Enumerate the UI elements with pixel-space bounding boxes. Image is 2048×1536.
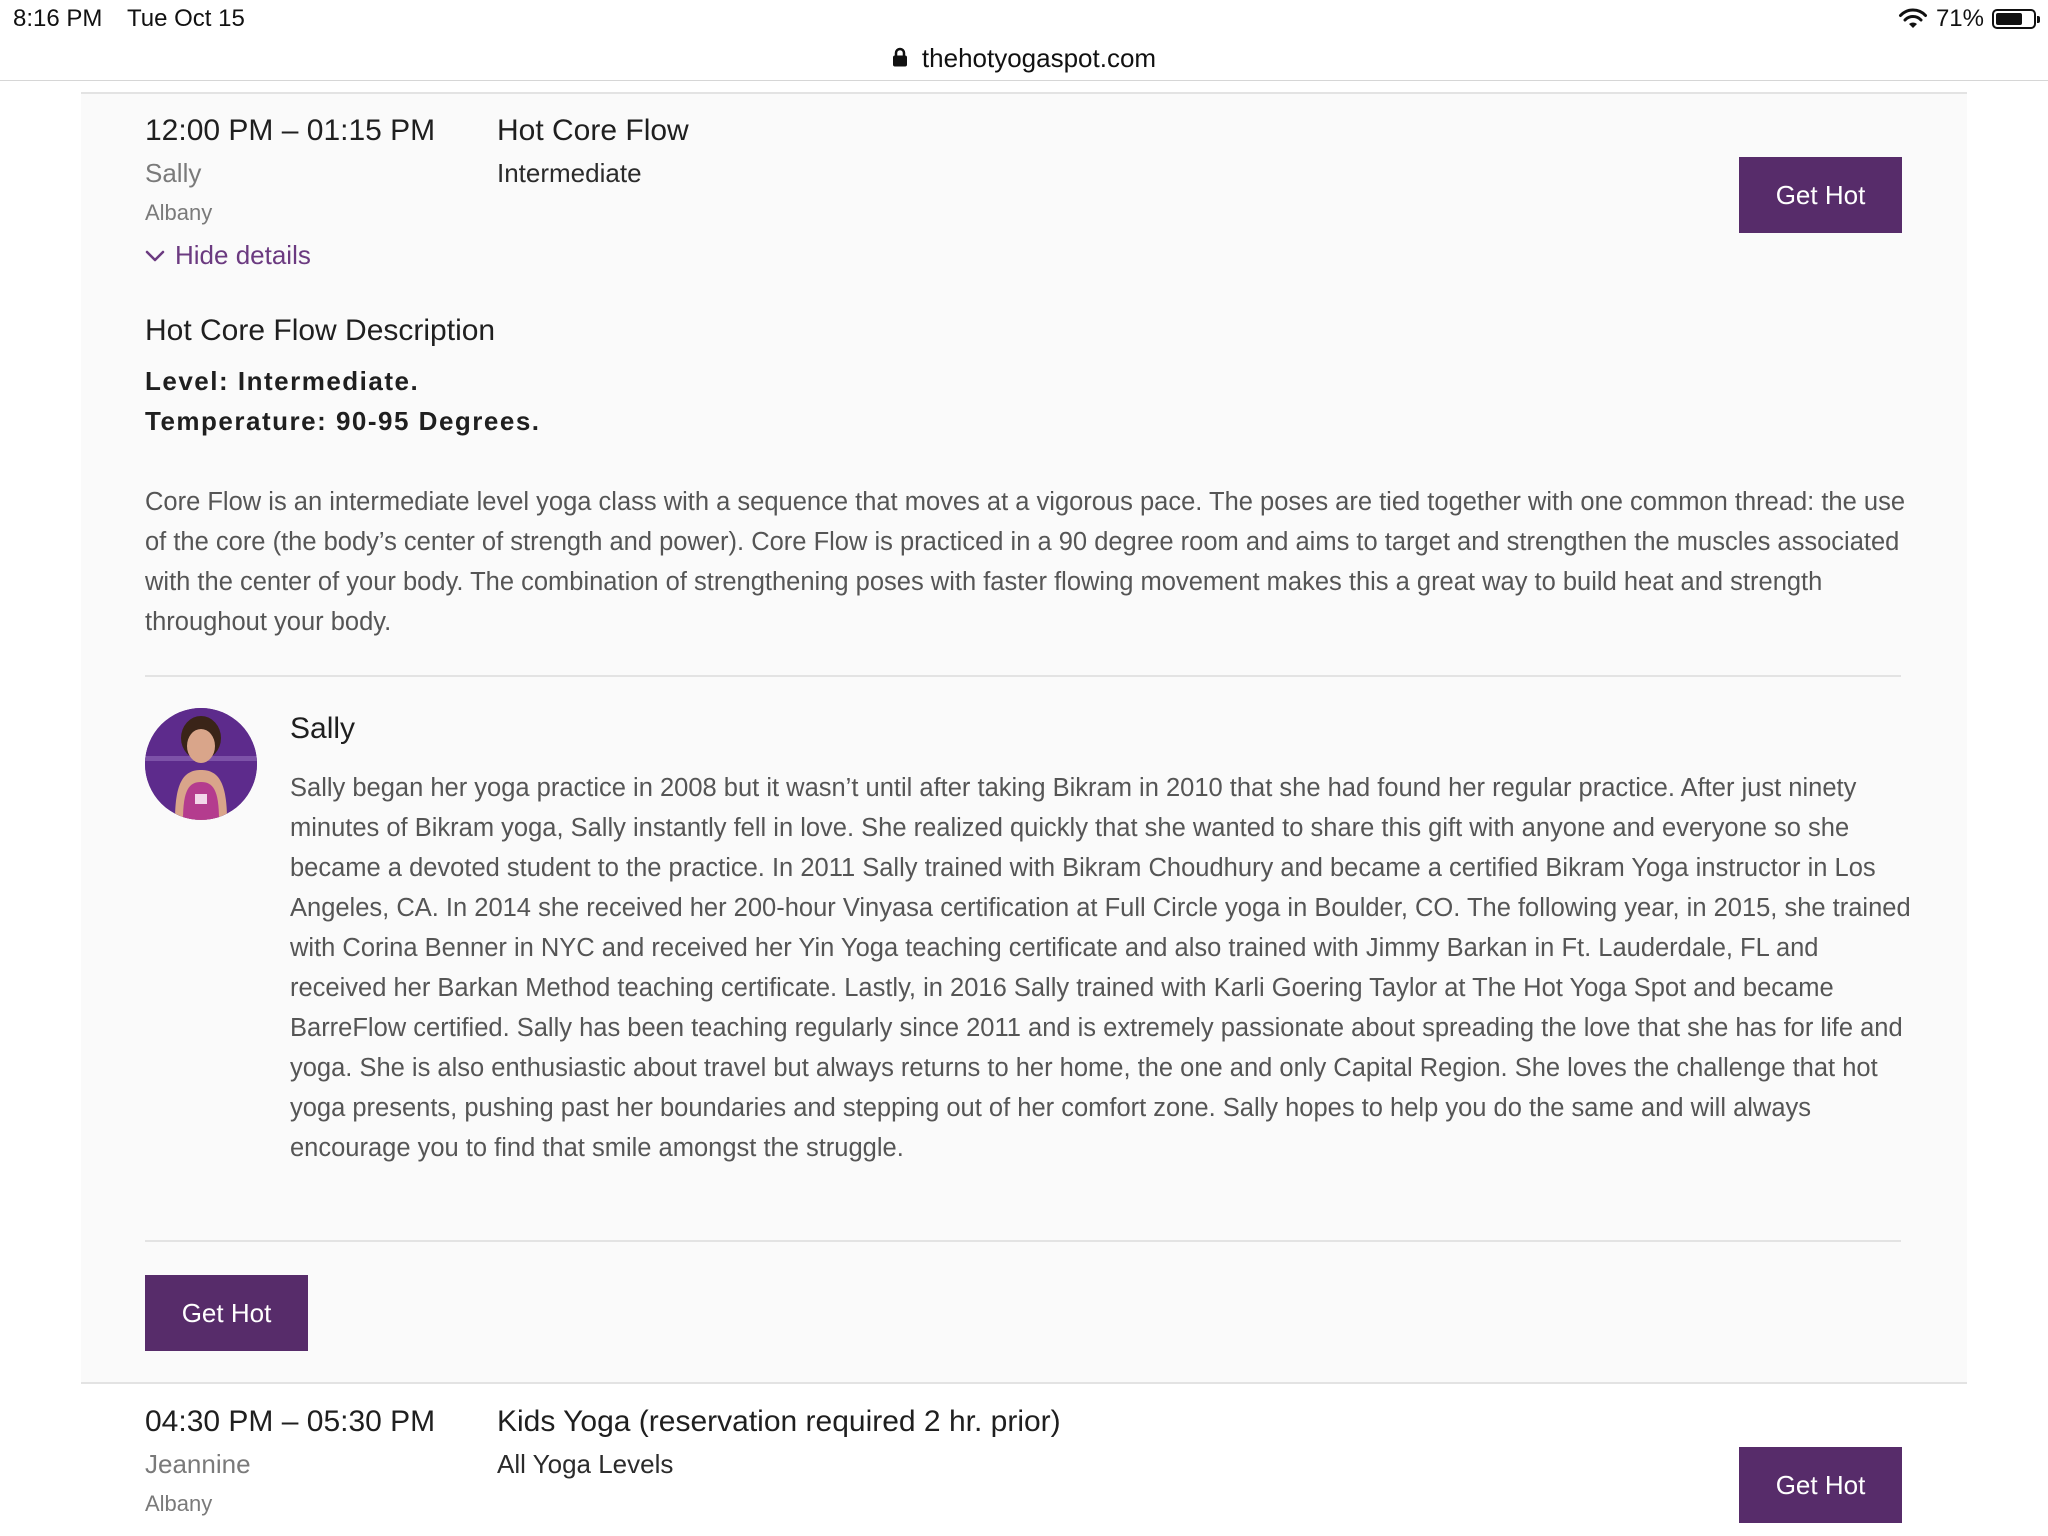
header-divider xyxy=(0,80,2048,81)
battery-fill xyxy=(1996,13,2022,25)
status-bar: 8:16 PM Tue Oct 15 71% xyxy=(0,0,2048,38)
class-divider xyxy=(81,1382,1967,1384)
battery-icon xyxy=(1992,9,2040,29)
description-level: Level: Intermediate. xyxy=(145,366,420,396)
status-indicators: 71% xyxy=(1898,5,2040,33)
class-level: All Yoga Levels xyxy=(497,1449,674,1479)
class-card-expanded xyxy=(81,92,1967,1384)
chevron-down-icon xyxy=(145,250,165,261)
description-body: Core Flow is an intermediate level yoga … xyxy=(145,488,1905,636)
get-hot-button[interactable]: Get Hot xyxy=(1739,1447,1902,1523)
instructor-name: Sally xyxy=(290,712,356,745)
class-location: Albany xyxy=(145,200,213,225)
class-instructor: Sally xyxy=(145,158,202,188)
instructor-photo xyxy=(145,708,257,820)
class-time: 04:30 PM – 05:30 PM xyxy=(145,1405,436,1438)
class-level: Intermediate xyxy=(497,158,642,188)
status-date: Tue Oct 15 xyxy=(127,5,245,32)
battery-nub xyxy=(2037,16,2040,23)
battery-percent: 71% xyxy=(1935,5,1984,32)
description-temperature: Temperature: 90-95 Degrees. xyxy=(145,406,541,436)
class-location: Albany xyxy=(145,1491,213,1516)
address-bar[interactable]: thehotyogaspot.com xyxy=(0,36,2048,80)
class-title: Kids Yoga (reservation required 2 hr. pr… xyxy=(497,1405,1061,1438)
status-time: 8:16 PM xyxy=(13,5,103,32)
description-title: Hot Core Flow Description xyxy=(145,314,496,347)
get-hot-button[interactable]: Get Hot xyxy=(1739,157,1902,233)
class-title: Hot Core Flow xyxy=(497,114,689,147)
instructor-bio: Sally began her yoga practice in 2008 bu… xyxy=(290,774,1911,1162)
wifi-icon xyxy=(1898,8,1927,28)
get-hot-button-bottom[interactable]: Get Hot xyxy=(145,1275,308,1351)
section-divider xyxy=(145,675,1901,677)
section-divider xyxy=(145,1240,1901,1242)
lock-icon xyxy=(892,47,907,67)
class-time: 12:00 PM – 01:15 PM xyxy=(145,114,436,147)
class-instructor: Jeannine xyxy=(145,1449,251,1479)
url-text: thehotyogaspot.com xyxy=(921,42,1157,73)
hide-details-link[interactable]: Hide details xyxy=(145,240,311,271)
hide-details-label: Hide details xyxy=(175,240,311,270)
avatar xyxy=(145,708,257,820)
